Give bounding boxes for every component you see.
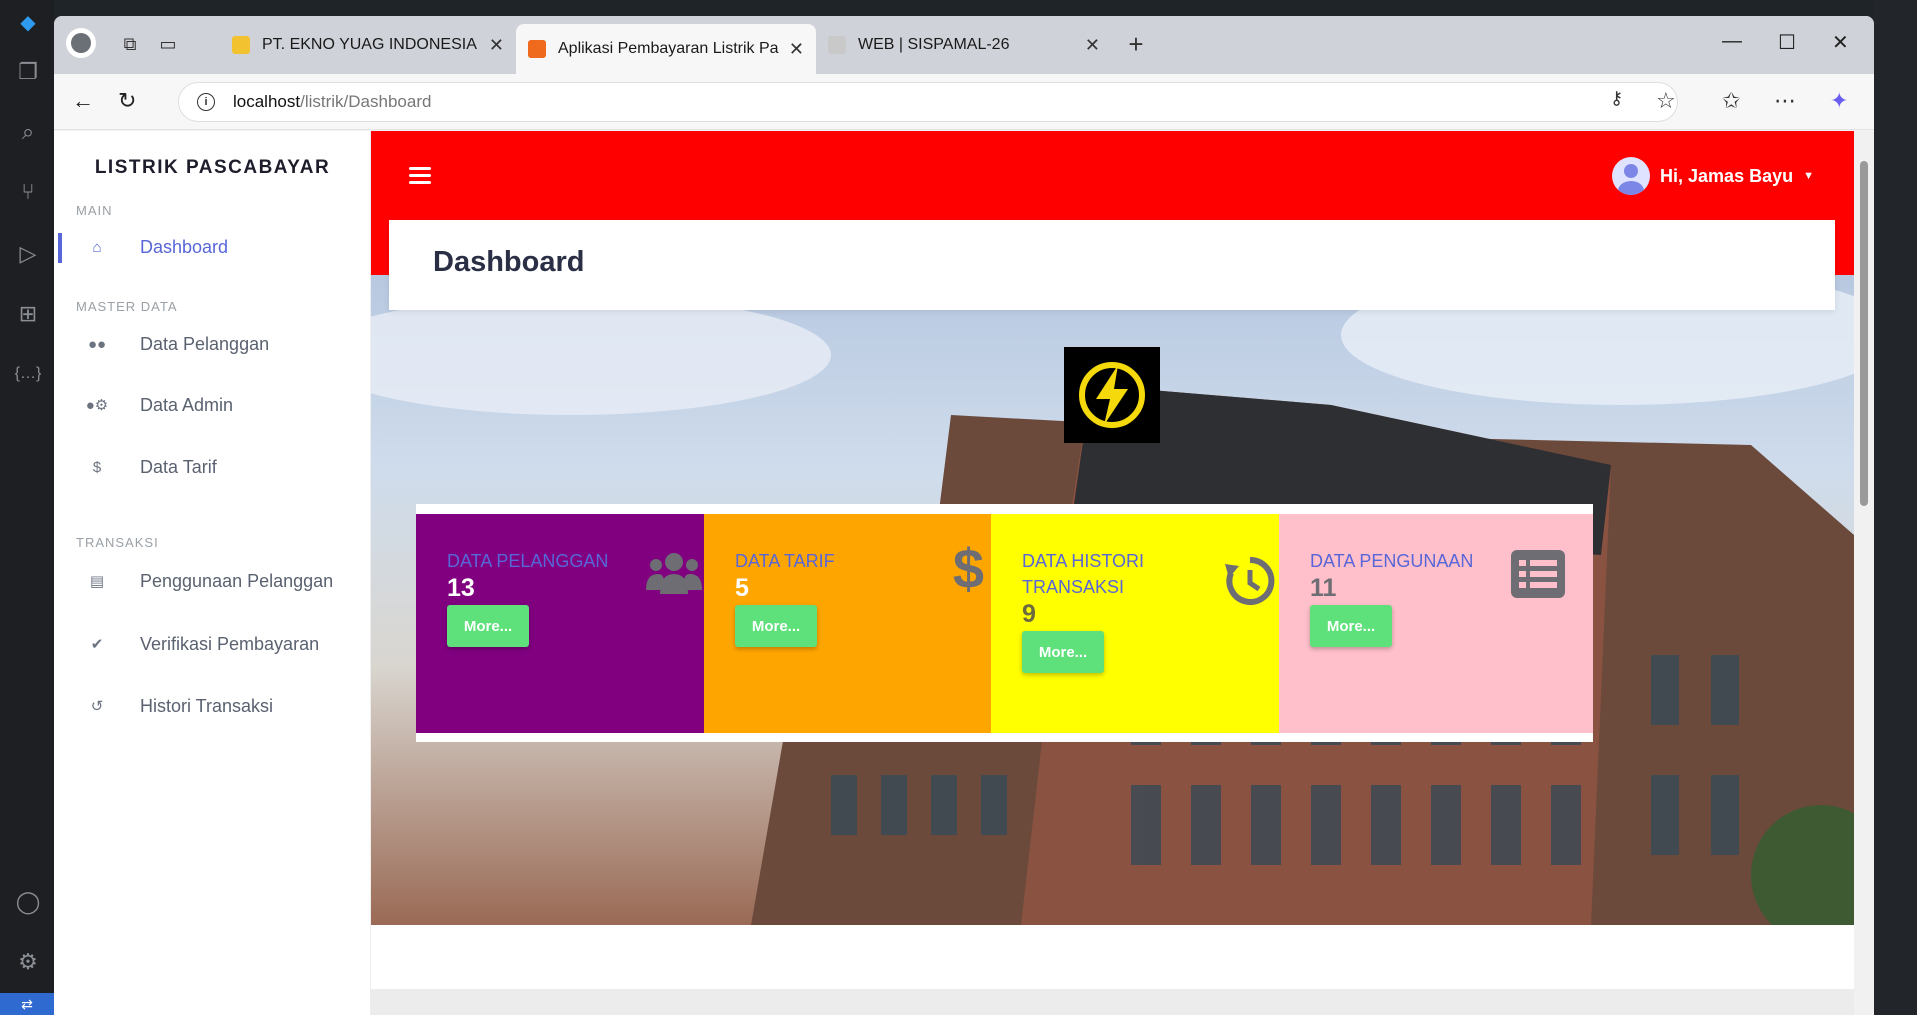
hamburger-menu-icon[interactable]: [409, 167, 431, 188]
xampp-favicon-icon: [528, 40, 546, 58]
more-button[interactable]: More...: [735, 605, 817, 647]
password-key-icon[interactable]: ⚷: [1610, 88, 1623, 109]
explorer-icon[interactable]: ❐: [14, 58, 42, 86]
history-icon: ↺: [90, 698, 104, 715]
tab-sispamal[interactable]: WEB | SISPAMAL-26 ✕: [816, 25, 1112, 65]
url-field[interactable]: i localhost/listrik/Dashboard: [178, 82, 1678, 122]
card-body: DATA PENGUNAAN 11 More...: [1279, 514, 1593, 733]
vscode-titlebar: [54, 0, 1884, 16]
vscode-editor-edge: [1873, 0, 1917, 1015]
settings-gear-icon[interactable]: ⚙: [14, 948, 42, 976]
footer-strip: [371, 989, 1854, 1015]
minimize-icon[interactable]: —: [1722, 30, 1742, 53]
sidebar: LISTRIK PASCABAYAR MAIN ⌂ Dashboard MAST…: [54, 131, 371, 1015]
more-button[interactable]: More...: [1022, 631, 1104, 673]
history-icon: [1223, 554, 1277, 613]
brand-title: LISTRIK PASCABAYAR: [94, 157, 331, 178]
check-double-icon: ✔: [90, 636, 104, 653]
account-icon[interactable]: ◯: [14, 888, 42, 916]
section-main-label: MAIN: [76, 203, 113, 218]
sidebar-item-data-pelanggan[interactable]: ●● Data Pelanggan: [54, 324, 371, 364]
extensions-icon[interactable]: ⊞: [14, 300, 42, 328]
section-transaksi-label: TRANSAKSI: [76, 535, 159, 550]
copilot-icon[interactable]: ✦: [1830, 88, 1848, 114]
card-body: DATA TARIF 5 More... $: [704, 514, 1018, 733]
site-info-icon[interactable]: i: [197, 93, 215, 111]
caret-down-icon: ▼: [1803, 170, 1814, 182]
favorite-star-icon[interactable]: ☆: [1656, 88, 1676, 114]
site-favicon-icon: [232, 36, 250, 54]
maximize-icon[interactable]: ☐: [1778, 30, 1796, 55]
json-icon[interactable]: {…}: [14, 360, 42, 388]
back-icon[interactable]: ←: [72, 88, 94, 114]
page-title-card: Dashboard: [389, 220, 1835, 310]
new-tab-icon[interactable]: +: [1124, 29, 1148, 59]
run-debug-icon[interactable]: ▷: [14, 240, 42, 268]
lightning-logo-icon: [1064, 347, 1160, 443]
page-scrollbar[interactable]: [1854, 131, 1874, 1015]
sidebar-item-histori-transaksi[interactable]: ↺ Histori Transaksi: [54, 686, 371, 726]
site-favicon-icon: [828, 36, 846, 54]
user-dropdown[interactable]: Hi, Jamas Bayu ▼: [1612, 157, 1814, 195]
close-tab-icon[interactable]: ✕: [1085, 35, 1100, 56]
card-data-histori-transaksi: DATA HISTORI TRANSAKSI 9 More...: [991, 504, 1305, 742]
web-page: LISTRIK PASCABAYAR MAIN ⌂ Dashboard MAST…: [54, 131, 1854, 1015]
favorites-list-icon[interactable]: ✩: [1722, 88, 1740, 114]
vscode-logo-icon: ◆: [20, 11, 36, 34]
scrollbar-thumb[interactable]: [1860, 161, 1868, 506]
card-data-pengunaan: DATA PENGUNAAN 11 More...: [1279, 504, 1593, 742]
sidebar-item-data-admin[interactable]: ●⚙ Data Admin: [54, 385, 371, 425]
avatar: [1612, 157, 1651, 195]
home-icon: ⌂: [92, 238, 102, 256]
sidebar-item-penggunaan-pelanggan[interactable]: ▤ Penggunaan Pelanggan: [54, 561, 371, 601]
card-data-pelanggan: DATA PELANGGAN 13 More...: [416, 504, 730, 742]
workspaces-icon[interactable]: ⧉: [118, 32, 142, 56]
card-body: DATA HISTORI TRANSAKSI 9 More...: [991, 514, 1305, 733]
remote-indicator-icon[interactable]: ⇄: [0, 993, 54, 1015]
address-bar: ← ↻ i localhost/listrik/Dashboard ⚷ ☆ ✩ …: [54, 74, 1874, 130]
tab-bar: ⧉ ▭ PT. EKNO YUAG INDONESIA ✕ Aplikasi P…: [54, 16, 1874, 74]
users-icon: [646, 550, 702, 604]
dollar-icon: $: [92, 458, 102, 476]
dollar-icon: $: [952, 537, 984, 600]
search-icon[interactable]: ⌕: [14, 118, 42, 146]
tab-listrik[interactable]: Aplikasi Pembayaran Listrik Pascabayar ✕: [516, 24, 816, 74]
page-title: Dashboard: [433, 246, 585, 278]
section-master-data-label: MASTER DATA: [76, 299, 178, 314]
close-tab-icon[interactable]: ✕: [789, 39, 804, 60]
tab-ekno[interactable]: PT. EKNO YUAG INDONESIA ✕: [220, 25, 516, 65]
more-button[interactable]: More...: [447, 605, 529, 647]
browser-window: ⧉ ▭ PT. EKNO YUAG INDONESIA ✕ Aplikasi P…: [54, 16, 1874, 1015]
users-icon: ●●: [87, 335, 107, 353]
profile-icon[interactable]: [66, 28, 96, 58]
tab-actions-icon[interactable]: ▭: [156, 32, 180, 56]
card-body: DATA PELANGGAN 13 More...: [416, 514, 730, 733]
more-menu-icon[interactable]: ⋯: [1774, 88, 1796, 114]
card-data-tarif: DATA TARIF 5 More... $: [704, 504, 1018, 742]
sidebar-item-dashboard[interactable]: ⌂ Dashboard: [54, 227, 371, 267]
refresh-icon[interactable]: ↻: [118, 88, 136, 114]
more-button[interactable]: More...: [1310, 605, 1392, 647]
close-tab-icon[interactable]: ✕: [489, 35, 504, 56]
main-content: Hi, Jamas Bayu ▼ Dashboard DATA PELANGGA…: [371, 131, 1854, 1015]
vscode-activity-bar: ◆ ❐ ⌕ ⑂ ▷ ⊞ {…} ◯ ⚙ ⇄: [0, 0, 54, 1015]
list-icon: [1511, 550, 1565, 603]
sidebar-item-data-tarif[interactable]: $ Data Tarif: [54, 447, 371, 487]
user-cog-icon: ●⚙: [85, 397, 109, 414]
source-control-icon[interactable]: ⑂: [14, 178, 42, 206]
sidebar-item-verifikasi-pembayaran[interactable]: ✔ Verifikasi Pembayaran: [54, 624, 371, 664]
close-window-icon[interactable]: ✕: [1832, 30, 1849, 55]
list-icon: ▤: [89, 573, 105, 590]
